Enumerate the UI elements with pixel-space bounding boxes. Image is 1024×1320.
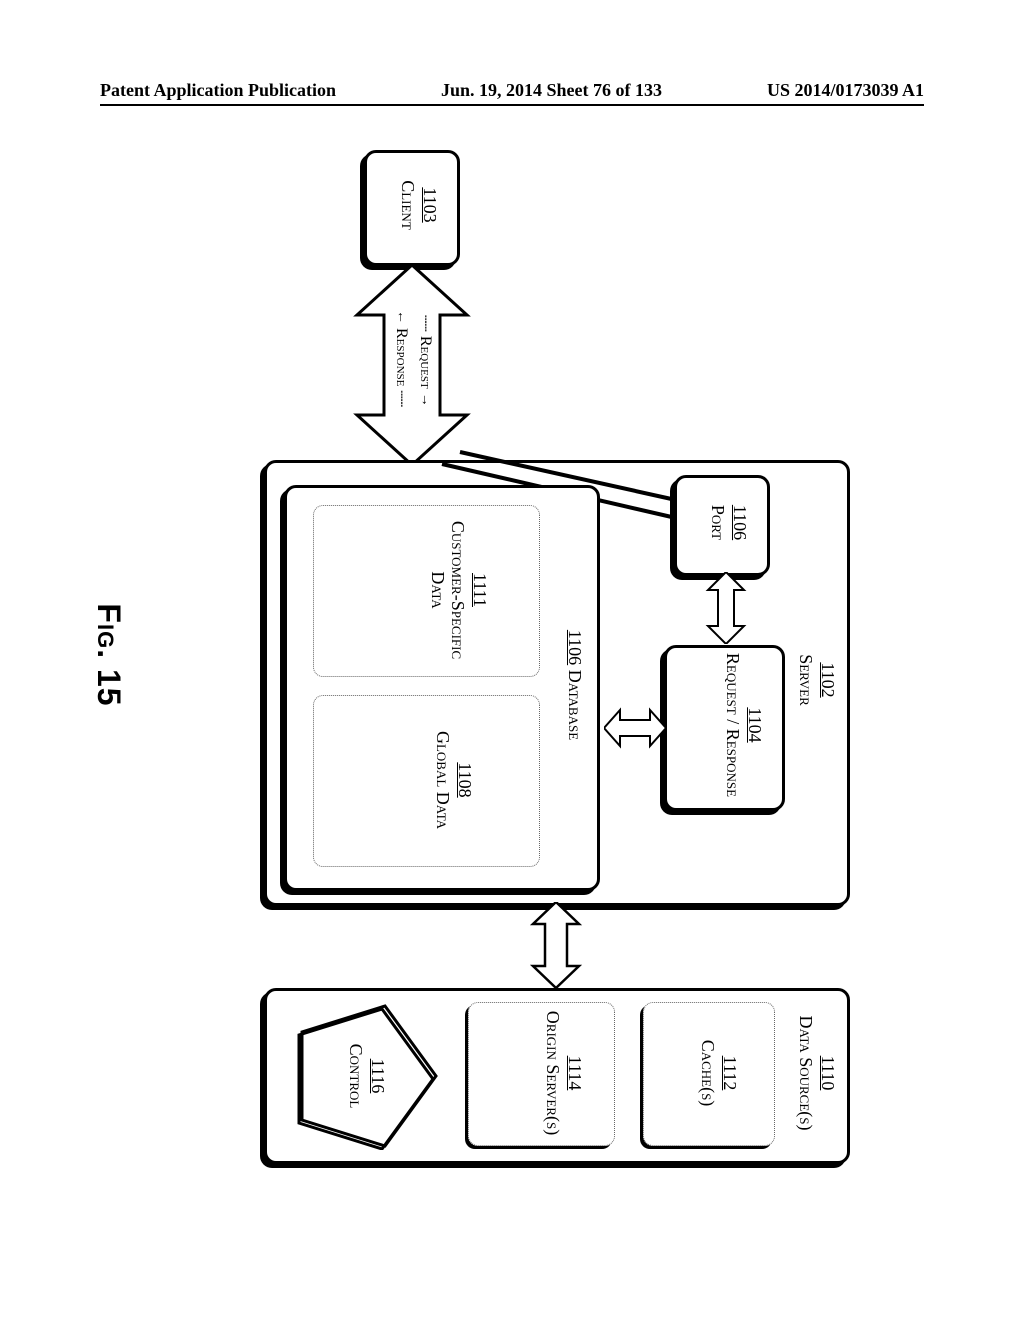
arrow-right-icon: → [417, 393, 433, 407]
customer-data-label: 1111 Customer-Specific Data [427, 505, 490, 675]
header-center: Jun. 19, 2014 Sheet 76 of 133 [441, 80, 662, 101]
port-reqres-arrow [704, 572, 748, 644]
origin-label: 1114 Origin Server(s) [543, 1002, 585, 1144]
server-datasource-arrow [527, 902, 585, 988]
origin-box [468, 1002, 615, 1146]
reqres-label: 1104 Request / Response [723, 645, 765, 805]
request-label: ┄┄ Request → [416, 315, 434, 407]
figure-title: Fig. 15 [90, 140, 127, 1170]
dash-line-icon: ┄┄ [417, 315, 434, 332]
header-left: Patent Application Publication [100, 80, 336, 101]
server-label: 1102 Server [796, 460, 838, 900]
arrow-left-icon: ← [393, 310, 409, 324]
global-data-label: 1108 Global Data [433, 695, 475, 865]
response-label: ← Response ┄┄ [392, 310, 410, 407]
control-label: 1116 Control [346, 1002, 388, 1150]
port-label: 1106 Port [708, 475, 750, 570]
figure-area: 1103 Client ┄┄ Request → ← Response ┄┄ 1… [60, 140, 980, 1170]
database-label: 1106 Database [564, 485, 585, 885]
dash-line-icon: ┄┄ [393, 390, 410, 407]
reqres-db-arrow [599, 706, 666, 750]
cache-label: 1112 Cache(s) [698, 1002, 740, 1144]
client-label: 1103 Client [398, 150, 440, 260]
header-rule [100, 104, 924, 106]
page-header: Patent Application Publication Jun. 19, … [0, 80, 1024, 101]
datasource-label: 1110 Data Source(s) [796, 988, 838, 1158]
global-data-box [313, 695, 540, 867]
diagram-stage: 1103 Client ┄┄ Request → ← Response ┄┄ 1… [60, 140, 980, 1170]
client-server-arrow [342, 265, 482, 465]
header-right: US 2014/0173039 A1 [767, 80, 924, 101]
